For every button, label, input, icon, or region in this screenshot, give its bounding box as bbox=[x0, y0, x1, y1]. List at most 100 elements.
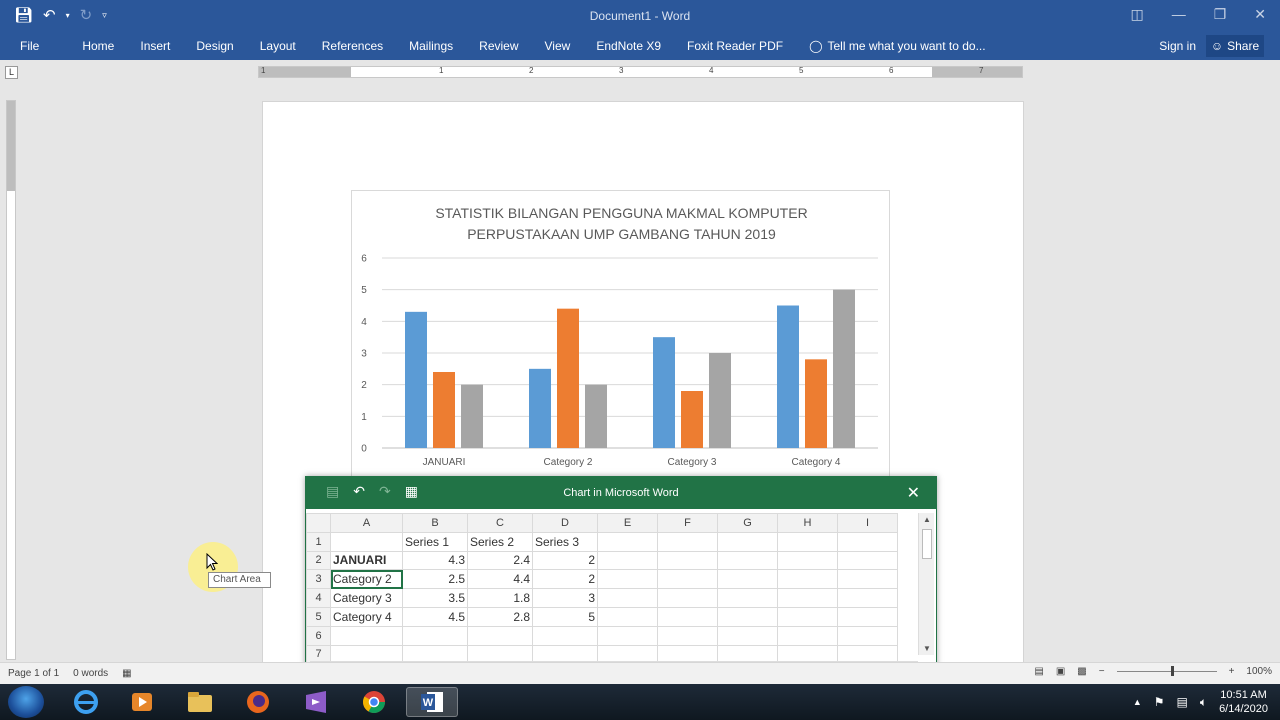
cell[interactable] bbox=[657, 588, 718, 608]
cell[interactable]: 2 bbox=[532, 569, 598, 590]
visual-studio-icon[interactable] bbox=[294, 687, 338, 717]
cell[interactable] bbox=[597, 625, 658, 646]
cell[interactable] bbox=[777, 606, 838, 627]
zoom-level[interactable]: 100% bbox=[1246, 666, 1272, 677]
cell[interactable] bbox=[717, 606, 778, 627]
file-explorer-icon[interactable] bbox=[178, 687, 222, 717]
cell[interactable]: 3 bbox=[532, 588, 598, 608]
internet-explorer-icon[interactable] bbox=[64, 687, 108, 717]
tell-me-box[interactable]: ◯ Tell me what you want to do... bbox=[796, 39, 999, 53]
column-header[interactable]: A bbox=[330, 513, 403, 533]
cell[interactable] bbox=[657, 531, 718, 552]
clock[interactable]: 10:51 AM 6/14/2020 bbox=[1219, 688, 1268, 716]
network-icon[interactable]: ▤ bbox=[1177, 695, 1188, 709]
cell[interactable]: 4.4 bbox=[467, 569, 533, 590]
word-taskbar-icon[interactable]: W bbox=[406, 687, 458, 717]
column-header[interactable]: B bbox=[402, 513, 468, 533]
row-header[interactable]: 5 bbox=[306, 606, 331, 627]
tab-foxit[interactable]: Foxit Reader PDF bbox=[674, 39, 796, 53]
cell[interactable]: 2.4 bbox=[467, 550, 533, 571]
vertical-ruler[interactable] bbox=[6, 100, 16, 660]
chrome-icon[interactable] bbox=[352, 687, 396, 717]
proofing-icon[interactable]: ▦ bbox=[122, 668, 131, 679]
cell[interactable] bbox=[777, 588, 838, 608]
zoom-slider[interactable] bbox=[1116, 666, 1217, 676]
horizontal-ruler[interactable]: 1 1 2 3 4 5 6 7 bbox=[258, 66, 1023, 78]
scroll-thumb[interactable] bbox=[922, 529, 932, 559]
column-header[interactable]: G bbox=[717, 513, 778, 533]
tab-file[interactable]: File bbox=[0, 39, 69, 53]
column-header[interactable]: F bbox=[657, 513, 718, 533]
sign-in-link[interactable]: Sign in bbox=[1159, 39, 1196, 53]
cell[interactable] bbox=[837, 606, 898, 627]
cell[interactable] bbox=[837, 588, 898, 608]
cell[interactable] bbox=[777, 569, 838, 590]
zoom-slider-knob[interactable] bbox=[1170, 666, 1174, 676]
media-player-icon[interactable] bbox=[120, 687, 164, 717]
cell[interactable] bbox=[717, 569, 778, 590]
scroll-down-icon[interactable]: ▼ bbox=[923, 644, 931, 653]
cell[interactable]: 4.3 bbox=[402, 550, 468, 571]
page-count[interactable]: Page 1 of 1 bbox=[8, 668, 59, 679]
tab-layout[interactable]: Layout bbox=[247, 39, 309, 53]
scroll-up-icon[interactable]: ▲ bbox=[923, 515, 931, 524]
tab-selector[interactable]: L bbox=[5, 66, 18, 79]
maximize-icon[interactable]: ❐ bbox=[1214, 6, 1227, 23]
row-header[interactable]: 3 bbox=[306, 569, 331, 590]
cell[interactable] bbox=[597, 531, 658, 552]
tab-review[interactable]: Review bbox=[466, 39, 531, 53]
cell[interactable]: 1.8 bbox=[467, 588, 533, 608]
cell[interactable]: 2 bbox=[532, 550, 598, 571]
tab-design[interactable]: Design bbox=[183, 39, 246, 53]
cell[interactable]: Category 4 bbox=[330, 606, 403, 627]
chart-area[interactable]: STATISTIK BILANGAN PENGGUNA MAKMAL KOMPU… bbox=[351, 190, 890, 480]
cell[interactable]: 2.5 bbox=[402, 569, 468, 590]
cell[interactable] bbox=[717, 588, 778, 608]
cell[interactable] bbox=[467, 625, 533, 646]
row-header[interactable]: 4 bbox=[306, 588, 331, 608]
ribbon-display-icon[interactable]: ◫ bbox=[1130, 6, 1143, 23]
cell[interactable]: JANUARI bbox=[330, 550, 403, 571]
word-count[interactable]: 0 words bbox=[73, 668, 108, 679]
column-header[interactable]: E bbox=[597, 513, 658, 533]
cell[interactable] bbox=[402, 625, 468, 646]
cell[interactable] bbox=[837, 625, 898, 646]
cell[interactable] bbox=[837, 550, 898, 571]
cell[interactable]: Series 3 bbox=[532, 531, 598, 552]
cell[interactable] bbox=[597, 588, 658, 608]
tab-home[interactable]: Home bbox=[69, 39, 127, 53]
cell[interactable] bbox=[837, 569, 898, 590]
tray-expand-icon[interactable]: ▲ bbox=[1133, 697, 1142, 707]
tab-references[interactable]: References bbox=[309, 39, 396, 53]
select-all-corner[interactable] bbox=[306, 513, 331, 533]
cell[interactable] bbox=[330, 531, 403, 552]
cell[interactable] bbox=[597, 569, 658, 590]
cell[interactable] bbox=[657, 550, 718, 571]
cell[interactable] bbox=[777, 531, 838, 552]
share-button[interactable]: ☺ Share bbox=[1206, 35, 1264, 57]
cell[interactable] bbox=[330, 625, 403, 646]
column-header[interactable]: D bbox=[532, 513, 598, 533]
firefox-icon[interactable] bbox=[236, 687, 280, 717]
cell[interactable]: Category 3 bbox=[330, 588, 403, 608]
cell[interactable]: 4.5 bbox=[402, 606, 468, 627]
tab-mailings[interactable]: Mailings bbox=[396, 39, 466, 53]
column-header[interactable]: C bbox=[467, 513, 533, 533]
row-header[interactable]: 1 bbox=[306, 531, 331, 552]
tab-endnote[interactable]: EndNote X9 bbox=[583, 39, 674, 53]
start-button[interactable] bbox=[8, 686, 44, 718]
close-icon[interactable]: ✕ bbox=[907, 483, 920, 503]
cell[interactable] bbox=[657, 569, 718, 590]
cell[interactable] bbox=[597, 606, 658, 627]
tab-insert[interactable]: Insert bbox=[127, 39, 183, 53]
volume-icon[interactable]: 🔈︎ bbox=[1200, 695, 1207, 710]
cell[interactable] bbox=[717, 531, 778, 552]
row-header[interactable]: 2 bbox=[306, 550, 331, 571]
cell[interactable] bbox=[777, 625, 838, 646]
read-mode-icon[interactable]: ▤ bbox=[1034, 666, 1043, 677]
zoom-out-icon[interactable]: − bbox=[1099, 666, 1105, 677]
chart-data-window[interactable]: ▤ ↶ ↷ ▦ Chart in Microsoft Word ✕ A B C … bbox=[305, 476, 937, 682]
row-header[interactable]: 6 bbox=[306, 625, 331, 646]
cell[interactable]: 5 bbox=[532, 606, 598, 627]
cell[interactable]: 2.8 bbox=[467, 606, 533, 627]
